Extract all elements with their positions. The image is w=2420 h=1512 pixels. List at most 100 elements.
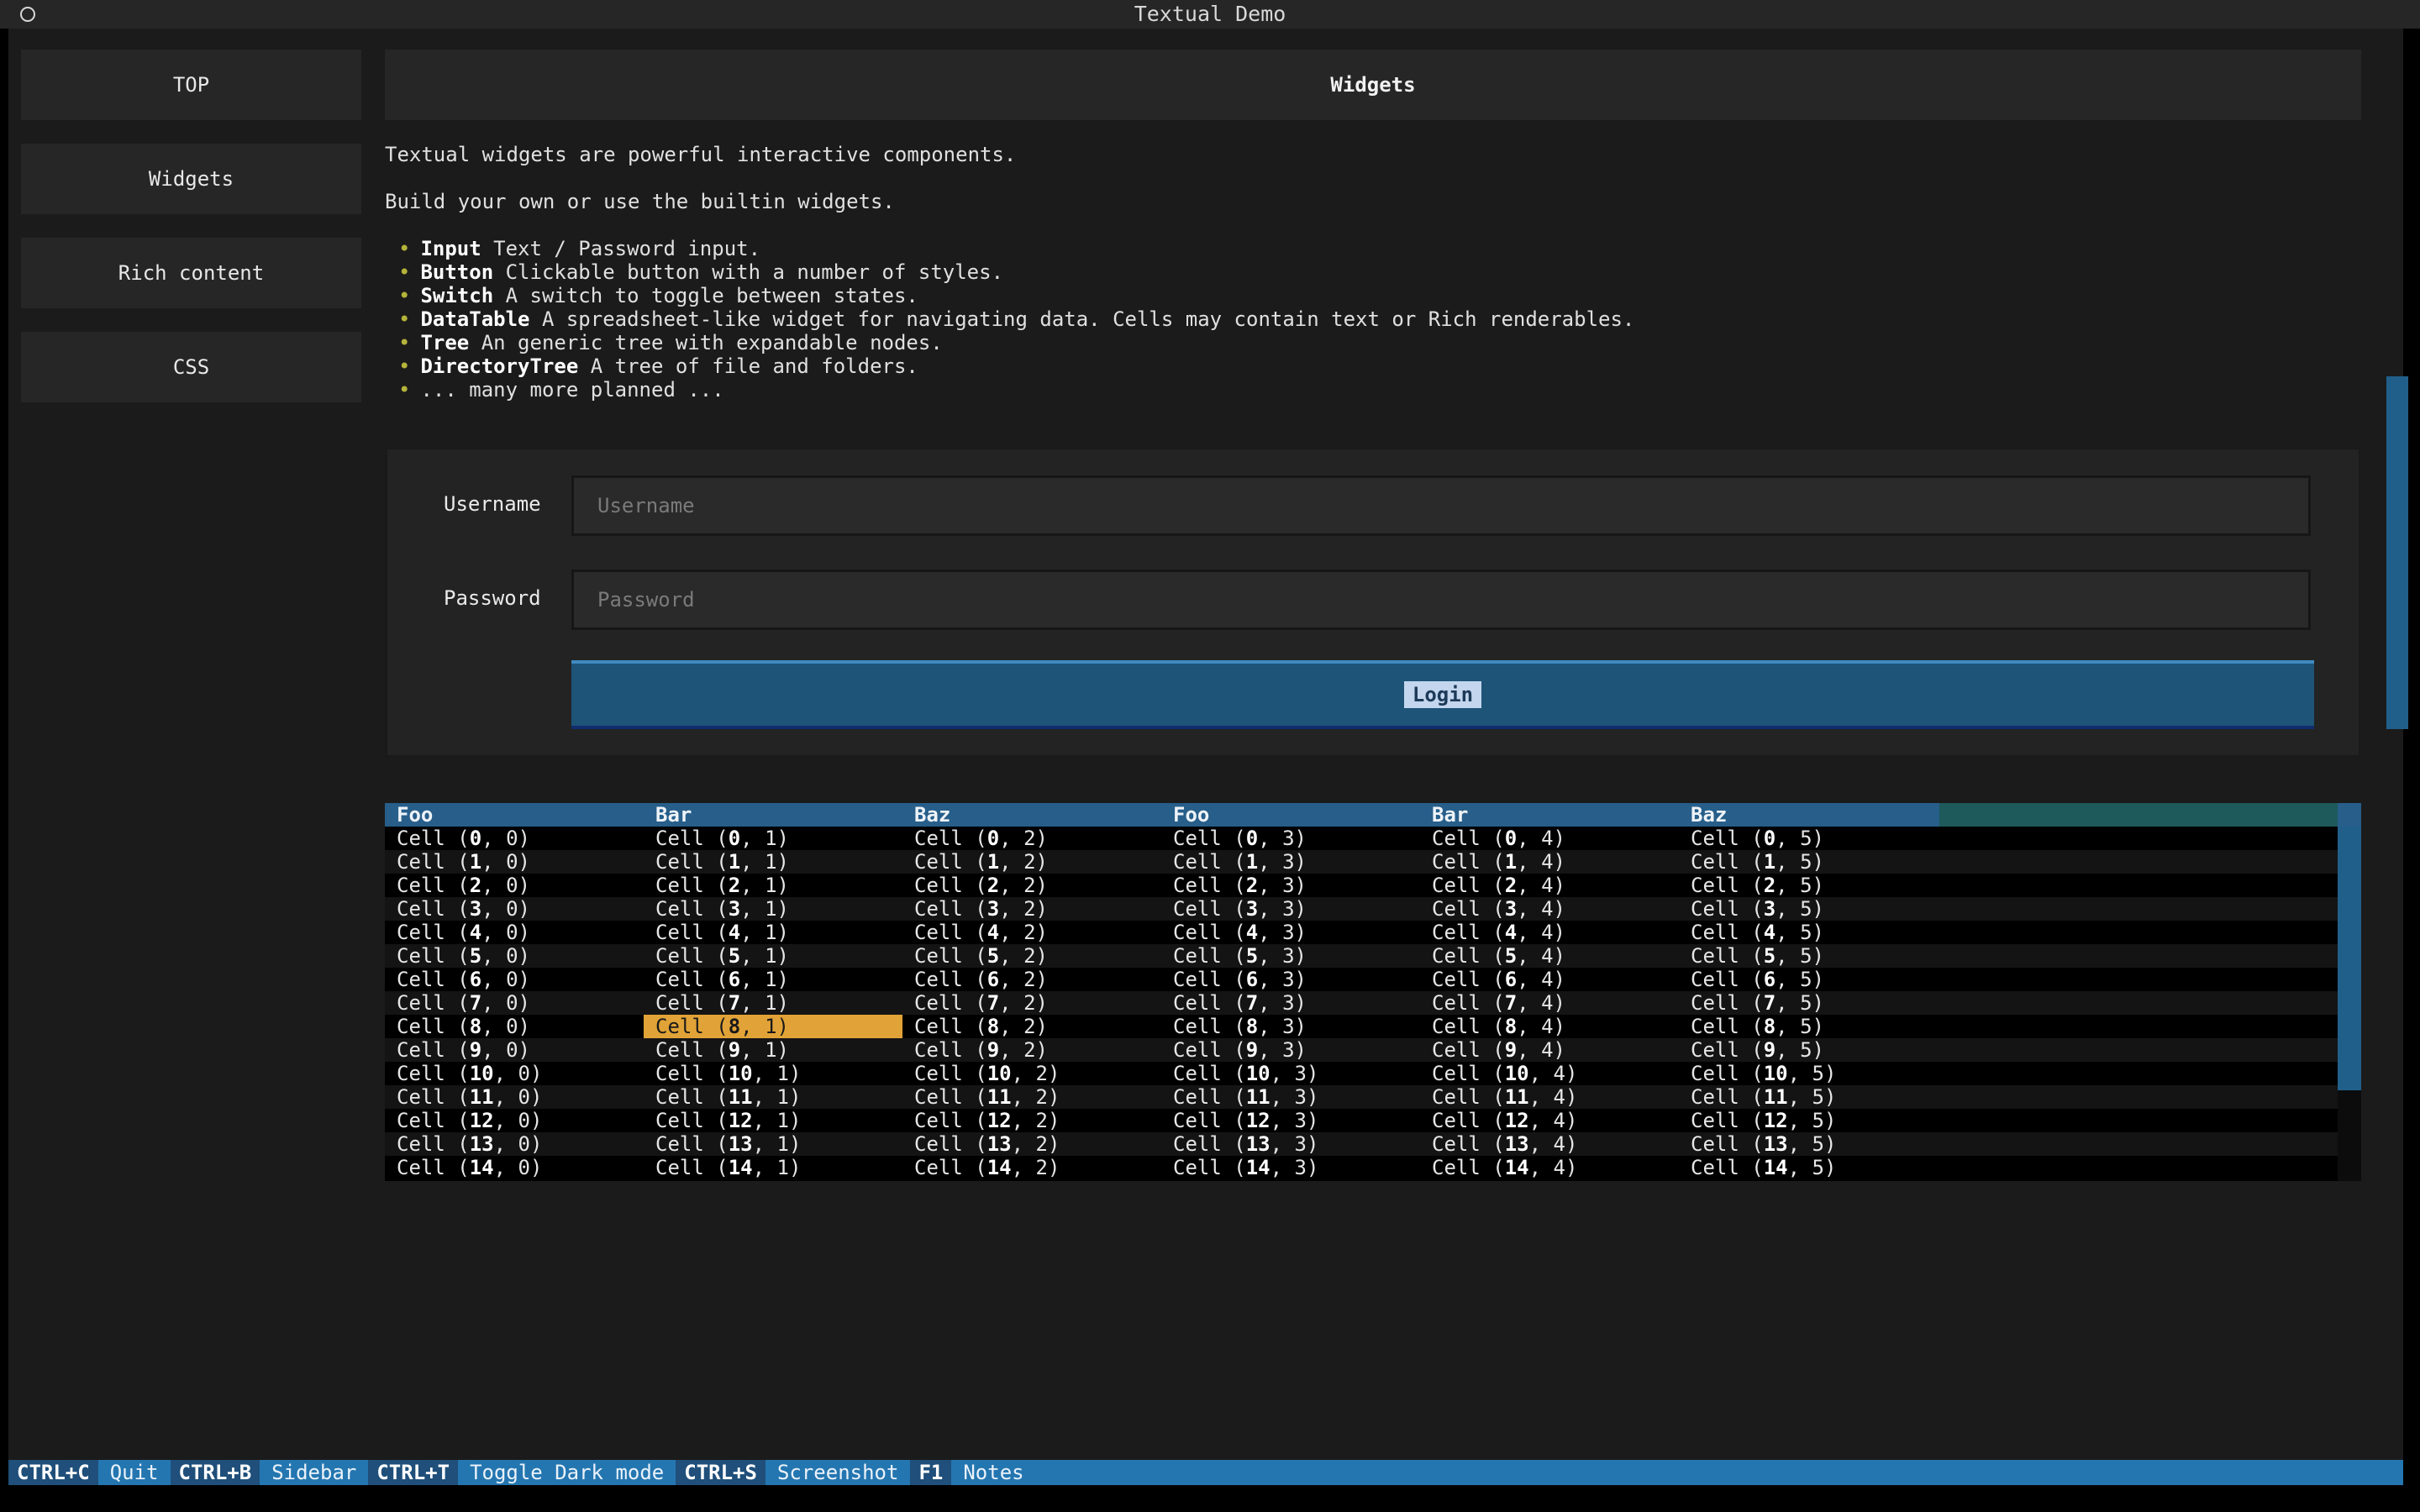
table-cell[interactable]: Cell (7, 4) xyxy=(1420,991,1679,1015)
table-cell[interactable]: Cell (2, 4) xyxy=(1420,874,1679,897)
table-cell[interactable]: Cell (6, 0) xyxy=(385,968,644,991)
table-cell[interactable]: Cell (3, 1) xyxy=(644,897,902,921)
table-row[interactable]: Cell (4, 0) Cell (4, 1) Cell (4, 2) Cell (4… xyxy=(385,921,2338,944)
sidebar-item-rich-content[interactable]: Rich content xyxy=(21,238,361,308)
table-cell[interactable]: Cell (14, 1) xyxy=(644,1156,902,1179)
table-row[interactable]: Cell (10, 0) Cell (10, 1) Cell (10, 2) Cell… xyxy=(385,1062,2338,1085)
table-cell[interactable]: Cell (12, 2) xyxy=(902,1109,1161,1132)
table-cell[interactable]: Cell (7, 0) xyxy=(385,991,644,1015)
column-header[interactable]: Baz xyxy=(1679,803,1938,827)
table-row[interactable]: Cell (6, 0) Cell (6, 1) Cell (6, 2) Cell (6… xyxy=(385,968,2338,991)
table-cell[interactable]: Cell (3, 0) xyxy=(385,897,644,921)
sidebar-item-top[interactable]: TOP xyxy=(21,50,361,120)
table-cell[interactable]: Cell (2, 2) xyxy=(902,874,1161,897)
table-row[interactable]: Cell (11, 0) Cell (11, 1) Cell (11, 2) Cell… xyxy=(385,1085,2338,1109)
table-cell[interactable]: Cell (4, 4) xyxy=(1420,921,1679,944)
table-cell[interactable]: Cell (4, 3) xyxy=(1161,921,1420,944)
table-cell[interactable]: Cell (11, 5) xyxy=(1679,1085,1938,1109)
table-cell[interactable]: Cell (13, 1) xyxy=(644,1132,902,1156)
table-cell[interactable]: Cell (14, 2) xyxy=(902,1156,1161,1179)
footer-action[interactable]: Notes xyxy=(951,1460,1035,1485)
table-cell[interactable]: Cell (6, 5) xyxy=(1679,968,1938,991)
table-cell[interactable]: Cell (13, 5) xyxy=(1679,1132,1938,1156)
footer-key[interactable]: CTRL+C xyxy=(8,1460,98,1485)
footer-key[interactable]: F1 xyxy=(910,1460,952,1485)
username-input[interactable]: Username xyxy=(571,475,2311,536)
main-scrollbar[interactable] xyxy=(2386,376,2408,729)
table-cell[interactable]: Cell (5, 5) xyxy=(1679,944,1938,968)
table-cell[interactable]: Cell (10, 0) xyxy=(385,1062,644,1085)
table-row[interactable]: Cell (14, 0) Cell (14, 1) Cell (14, 2) Cell… xyxy=(385,1156,2338,1179)
table-cell[interactable]: Cell (14, 4) xyxy=(1420,1156,1679,1179)
table-cell[interactable]: Cell (0, 2) xyxy=(902,827,1161,850)
table-row[interactable]: Cell (5, 0) Cell (5, 1) Cell (5, 2) Cell (5… xyxy=(385,944,2338,968)
data-table[interactable]: Foo Bar Baz Foo Bar Baz Cell (0, 0) Cell (0, 1… xyxy=(385,803,2361,1181)
footer-key[interactable]: CTRL+B xyxy=(170,1460,260,1485)
table-cell[interactable]: Cell (10, 5) xyxy=(1679,1062,1938,1085)
table-cell[interactable]: Cell (14, 5) xyxy=(1679,1156,1938,1179)
table-row[interactable]: Cell (0, 0) Cell (0, 1) Cell (0, 2) Cell (0… xyxy=(385,827,2338,850)
table-cell[interactable]: Cell (2, 1) xyxy=(644,874,902,897)
table-cell[interactable]: Cell (0, 3) xyxy=(1161,827,1420,850)
table-cell[interactable]: Cell (12, 3) xyxy=(1161,1109,1420,1132)
table-cell[interactable]: Cell (10, 2) xyxy=(902,1062,1161,1085)
table-cell[interactable]: Cell (14, 3) xyxy=(1161,1156,1420,1179)
column-header[interactable]: Foo xyxy=(385,803,644,827)
footer-action[interactable]: Quit xyxy=(98,1460,171,1485)
table-cell[interactable]: Cell (1, 5) xyxy=(1679,850,1938,874)
table-cell[interactable]: Cell (8, 5) xyxy=(1679,1015,1938,1038)
password-input[interactable]: Password xyxy=(571,570,2311,630)
table-cell[interactable]: Cell (8, 4) xyxy=(1420,1015,1679,1038)
table-cell[interactable]: Cell (12, 5) xyxy=(1679,1109,1938,1132)
table-cell[interactable]: Cell (11, 3) xyxy=(1161,1085,1420,1109)
table-cell[interactable]: Cell (2, 0) xyxy=(385,874,644,897)
table-cell[interactable]: Cell (13, 3) xyxy=(1161,1132,1420,1156)
table-cell[interactable]: Cell (1, 4) xyxy=(1420,850,1679,874)
table-cell[interactable]: Cell (10, 4) xyxy=(1420,1062,1679,1085)
table-cell[interactable]: Cell (9, 5) xyxy=(1679,1038,1938,1062)
table-cell[interactable]: Cell (13, 0) xyxy=(385,1132,644,1156)
table-cell[interactable]: Cell (9, 1) xyxy=(644,1038,902,1062)
table-cell[interactable]: Cell (4, 0) xyxy=(385,921,644,944)
table-cell[interactable]: Cell (6, 1) xyxy=(644,968,902,991)
footer-action[interactable]: Sidebar xyxy=(260,1460,368,1485)
table-row[interactable]: Cell (12, 0) Cell (12, 1) Cell (12, 2) Cell… xyxy=(385,1109,2338,1132)
table-cell[interactable]: Cell (6, 2) xyxy=(902,968,1161,991)
footer-action[interactable]: Toggle Dark mode xyxy=(458,1460,676,1485)
table-cell[interactable]: Cell (1, 0) xyxy=(385,850,644,874)
sidebar-item-css[interactable]: CSS xyxy=(21,332,361,402)
table-row[interactable]: Cell (7, 0) Cell (7, 1) Cell (7, 2) Cell (7… xyxy=(385,991,2338,1015)
table-cell[interactable]: Cell (5, 2) xyxy=(902,944,1161,968)
footer-key[interactable]: CTRL+T xyxy=(368,1460,459,1485)
table-cell[interactable]: Cell (6, 4) xyxy=(1420,968,1679,991)
table-cell[interactable]: Cell (4, 2) xyxy=(902,921,1161,944)
table-cell[interactable]: Cell (12, 1) xyxy=(644,1109,902,1132)
table-cell[interactable]: Cell (10, 3) xyxy=(1161,1062,1420,1085)
table-cell[interactable]: Cell (3, 2) xyxy=(902,897,1161,921)
table-cell[interactable]: Cell (2, 3) xyxy=(1161,874,1420,897)
table-cell[interactable]: Cell (7, 5) xyxy=(1679,991,1938,1015)
table-cell[interactable]: Cell (12, 0) xyxy=(385,1109,644,1132)
login-button[interactable]: Login xyxy=(571,660,2314,729)
table-cell[interactable]: Cell (12, 4) xyxy=(1420,1109,1679,1132)
table-cell[interactable]: Cell (6, 3) xyxy=(1161,968,1420,991)
table-cell[interactable]: Cell (0, 1) xyxy=(644,827,902,850)
window-close-icon[interactable] xyxy=(20,7,35,22)
table-cell[interactable]: Cell (14, 0) xyxy=(385,1156,644,1179)
table-row[interactable]: Cell (3, 0) Cell (3, 1) Cell (3, 2) Cell (3… xyxy=(385,897,2338,921)
table-cell[interactable]: Cell (3, 3) xyxy=(1161,897,1420,921)
table-cell[interactable]: Cell (8, 3) xyxy=(1161,1015,1420,1038)
footer-key[interactable]: CTRL+S xyxy=(676,1460,765,1485)
table-cell[interactable]: Cell (11, 1) xyxy=(644,1085,902,1109)
column-header[interactable]: Baz xyxy=(902,803,1161,827)
table-row[interactable]: Cell (8, 0) Cell (8, 1) Cell (8, 2) Cell (8… xyxy=(385,1015,2338,1038)
table-cell[interactable]: Cell (8, 0) xyxy=(385,1015,644,1038)
table-scrollbar[interactable] xyxy=(2338,827,2361,1181)
table-scrollbar-thumb[interactable] xyxy=(2338,827,2361,1090)
table-row[interactable]: Cell (2, 0) Cell (2, 1) Cell (2, 2) Cell (2… xyxy=(385,874,2338,897)
table-cell[interactable]: Cell (11, 2) xyxy=(902,1085,1161,1109)
table-row[interactable]: Cell (9, 0) Cell (9, 1) Cell (9, 2) Cell (9… xyxy=(385,1038,2338,1062)
table-cell[interactable]: Cell (10, 1) xyxy=(644,1062,902,1085)
table-cell[interactable]: Cell (0, 5) xyxy=(1679,827,1938,850)
table-cell[interactable]: Cell (5, 0) xyxy=(385,944,644,968)
